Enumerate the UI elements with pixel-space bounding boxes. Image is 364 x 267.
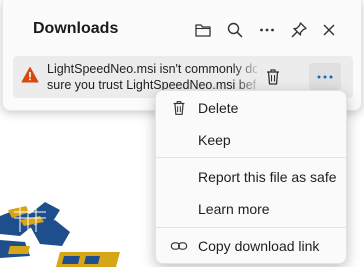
menu-separator — [156, 157, 346, 158]
team-logo-image — [0, 202, 120, 267]
pin-button[interactable] — [287, 18, 311, 42]
link-icon — [170, 242, 188, 250]
menu-item-keep[interactable]: Keep — [156, 125, 346, 155]
warning-icon — [21, 67, 39, 83]
menu-item-label: Report this file as safe — [198, 169, 337, 185]
close-button[interactable] — [317, 18, 341, 42]
menu-item-label: Learn more — [198, 201, 270, 217]
ellipsis-icon — [260, 28, 274, 32]
item-more-actions-button[interactable] — [309, 63, 341, 91]
folder-icon — [195, 24, 211, 37]
open-folder-button[interactable] — [191, 18, 215, 42]
pin-icon — [291, 22, 307, 38]
menu-item-report-safe[interactable]: Report this file as safe — [156, 162, 346, 192]
menu-separator — [156, 227, 346, 228]
downloads-title: Downloads — [33, 20, 119, 37]
delete-item-button[interactable] — [263, 67, 283, 87]
menu-item-label: Copy download link — [198, 238, 320, 254]
search-icon — [227, 22, 243, 38]
trash-icon — [173, 101, 185, 115]
menu-item-delete[interactable]: Delete — [156, 93, 346, 123]
menu-item-label: Keep — [198, 132, 231, 148]
menu-item-copy-link[interactable]: Copy download link — [156, 231, 346, 261]
download-context-menu: Delete Keep Report this file as safe Lea… — [155, 90, 347, 264]
ellipsis-icon — [317, 75, 333, 79]
warning-line-1: LightSpeedNeo.msi isn't commonly do — [47, 62, 257, 76]
search-downloads-button[interactable] — [223, 18, 247, 42]
close-icon — [323, 24, 335, 36]
menu-item-label: Delete — [198, 100, 239, 116]
more-options-button[interactable] — [255, 18, 279, 42]
menu-item-learn-more[interactable]: Learn more — [156, 194, 346, 224]
